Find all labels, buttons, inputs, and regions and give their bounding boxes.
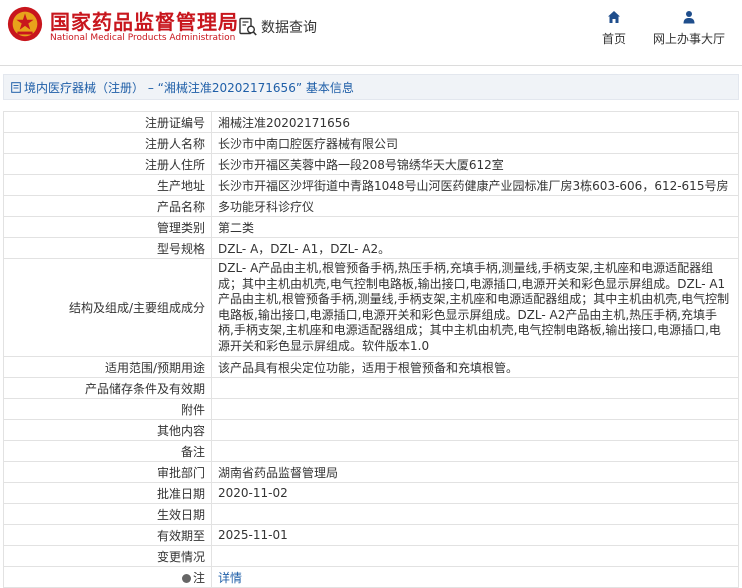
note-label: 注 xyxy=(192,570,205,585)
table-row: 适用范围/预期用途 该产品具有根尖定位功能，适用于根管预备和充填根管。 xyxy=(3,356,739,378)
row-label: 生产地址 xyxy=(3,174,212,196)
nav-home[interactable]: 首页 xyxy=(597,10,631,47)
note-label-cell: 注 xyxy=(3,566,212,588)
row-label: 生效日期 xyxy=(3,503,212,525)
row-value: 湖南省药品监督管理局 xyxy=(211,461,739,483)
table-row: 管理类别 第二类 xyxy=(3,216,739,238)
row-value xyxy=(211,419,739,441)
home-icon xyxy=(608,11,620,23)
site-logo-title[interactable]: 国家药品监督管理局 xyxy=(50,6,239,35)
row-label: 管理类别 xyxy=(3,216,212,238)
table-row: 生产地址 长沙市开福区沙坪街道中青路1048号山河医药健康产业园标准厂房3栋603… xyxy=(3,174,739,196)
row-value xyxy=(211,503,739,525)
breadcrumb-text: 境内医疗器械（注册） – “湘械注准20202171656” 基本信息 xyxy=(24,80,354,95)
row-label: 其他内容 xyxy=(3,419,212,441)
row-label: 备注 xyxy=(3,440,212,462)
table-row: 注册人名称 长沙市中南口腔医疗器械有限公司 xyxy=(3,132,739,154)
data-query-label: 数据查询 xyxy=(261,20,317,36)
table-row: 附件 xyxy=(3,398,739,420)
table-row: 有效期至 2025-11-01 xyxy=(3,524,739,546)
row-value xyxy=(211,377,739,399)
row-label: 结构及组成/主要组成成分 xyxy=(3,258,212,357)
row-value: DZL- A，DZL- A1，DZL- A2。 xyxy=(211,237,739,259)
row-value: 该产品具有根尖定位功能，适用于根管预备和充填根管。 xyxy=(211,356,739,378)
table-row: 备注 xyxy=(3,440,739,462)
document-icon xyxy=(11,81,21,93)
table-row: 审批部门 湖南省药品监督管理局 xyxy=(3,461,739,483)
nav-online-label: 网上办事大厅 xyxy=(652,32,725,46)
row-value: 湘械注准20202171656 xyxy=(211,111,739,133)
row-label: 产品名称 xyxy=(3,195,212,217)
site-header: 国家药品监督管理局 National Medical Products Admi… xyxy=(0,0,742,58)
header-divider xyxy=(0,65,742,66)
nav-home-label: 首页 xyxy=(601,32,626,46)
note-value-cell: 详情 xyxy=(211,566,739,588)
row-value: 2025-11-01 xyxy=(211,524,739,546)
row-value xyxy=(211,545,739,567)
nav-online-service-hall[interactable]: 网上办事大厅 xyxy=(651,10,727,47)
row-value xyxy=(211,440,739,462)
row-label: 审批部门 xyxy=(3,461,212,483)
row-value xyxy=(211,398,739,420)
row-label: 注册人住所 xyxy=(3,153,212,175)
row-label: 注册证编号 xyxy=(3,111,212,133)
table-row: 结构及组成/主要组成成分 DZL- A产品由主机,根管预备手柄,热压手柄,充填手柄… xyxy=(3,258,739,357)
details-link[interactable]: 详情 xyxy=(218,571,242,585)
table-row: 产品名称 多功能牙科诊疗仪 xyxy=(3,195,739,217)
breadcrumb: 境内医疗器械（注册） – “湘械注准20202171656” 基本信息 xyxy=(3,74,739,100)
table-row: 注册证编号 湘械注准20202171656 xyxy=(3,111,739,133)
table-row: 型号规格 DZL- A，DZL- A1，DZL- A2。 xyxy=(3,237,739,259)
row-label: 型号规格 xyxy=(3,237,212,259)
site-logo-subtitle: National Medical Products Administration xyxy=(50,33,236,43)
registration-info-table: 注册证编号 湘械注准20202171656 注册人名称 长沙市中南口腔医疗器械有限公… xyxy=(3,111,739,588)
data-query-link[interactable]: 数据查询 xyxy=(238,16,317,38)
document-search-icon xyxy=(239,17,257,36)
note-marker-icon xyxy=(181,573,191,583)
row-value: 长沙市中南口腔医疗器械有限公司 xyxy=(211,132,739,154)
user-icon xyxy=(683,11,695,24)
row-value: 多功能牙科诊疗仪 xyxy=(211,195,739,217)
row-value: 长沙市开福区沙坪街道中青路1048号山河医药健康产业园标准厂房3栋603-606… xyxy=(211,174,739,196)
national-emblem-icon xyxy=(7,6,43,42)
row-label: 批准日期 xyxy=(3,482,212,504)
row-label: 变更情况 xyxy=(3,545,212,567)
row-value: 长沙市开福区芙蓉中路一段208号锦绣华天大厦612室 xyxy=(211,153,739,175)
row-label: 适用范围/预期用途 xyxy=(3,356,212,378)
table-row: 生效日期 xyxy=(3,503,739,525)
table-row: 注册人住所 长沙市开福区芙蓉中路一段208号锦绣华天大厦612室 xyxy=(3,153,739,175)
row-value: DZL- A产品由主机,根管预备手柄,热压手柄,充填手柄,测量线,手柄支架,主机… xyxy=(211,258,739,357)
row-label: 产品储存条件及有效期 xyxy=(3,377,212,399)
table-row: 批准日期 2020-11-02 xyxy=(3,482,739,504)
table-row: 其他内容 xyxy=(3,419,739,441)
row-label: 注册人名称 xyxy=(3,132,212,154)
table-row-note: 注 详情 xyxy=(3,566,739,588)
table-row: 变更情况 xyxy=(3,545,739,567)
row-label: 有效期至 xyxy=(3,524,212,546)
row-label: 附件 xyxy=(3,398,212,420)
row-value: 第二类 xyxy=(211,216,739,238)
table-row: 产品储存条件及有效期 xyxy=(3,377,739,399)
row-value: 2020-11-02 xyxy=(211,482,739,504)
